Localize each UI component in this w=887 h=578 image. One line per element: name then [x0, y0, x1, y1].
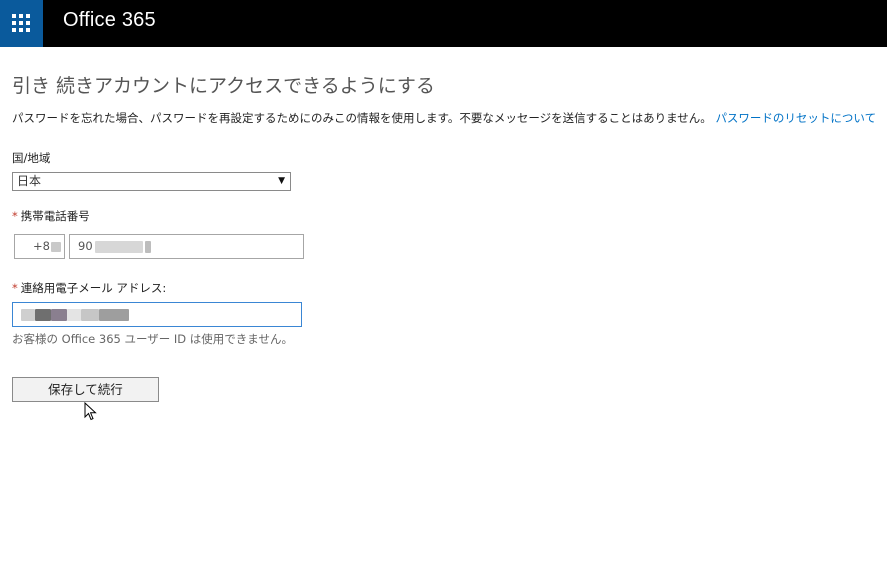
contact-email-label: * 連絡用電子メール アドレス: [12, 280, 166, 296]
contact-email-field[interactable] [12, 302, 302, 327]
password-reset-info-link[interactable]: パスワードのリセットについて [715, 111, 876, 125]
country-selected-value: 日本 [17, 174, 42, 188]
mobile-number-value: 90 [78, 239, 93, 253]
page-heading: 引き 続きアカウントにアクセスできるようにする [12, 75, 435, 97]
dropdown-arrow-icon: ▼ [278, 176, 285, 186]
top-bar: Office 365 [0, 0, 887, 47]
redacted-number-end [144, 240, 151, 253]
waffle-grid-icon [12, 14, 30, 32]
email-hint-text: お客様の Office 365 ユーザー ID は使用できません。 [12, 332, 293, 346]
required-marker: * [12, 281, 18, 295]
country-label: 国/地域 [12, 151, 51, 165]
contact-email-label-text: 連絡用電子メール アドレス: [20, 281, 167, 295]
mobile-phone-label: * 携帯電話番号 [12, 208, 90, 224]
redacted-number [94, 240, 143, 253]
country-code-field[interactable]: +8 [14, 234, 65, 259]
redacted-email-part [21, 308, 35, 321]
country-select[interactable]: 日本 ▼ [12, 172, 291, 191]
redacted-email-part [99, 308, 129, 321]
redacted-email-part [51, 308, 67, 321]
save-and-continue-button[interactable]: 保存して続行 [12, 377, 159, 402]
app-launcher-button[interactable] [0, 0, 43, 47]
redacted-email-part [81, 308, 99, 321]
description-text: パスワードを忘れた場合、パスワードを再設定するためにのみこの情報を使用します。不… [12, 110, 876, 126]
mouse-pointer-icon [84, 402, 97, 421]
redacted-digit [50, 241, 61, 252]
redacted-email-part [35, 308, 51, 321]
description-body: パスワードを忘れた場合、パスワードを再設定するためにのみこの情報を使用します。不… [12, 111, 712, 125]
mobile-number-field[interactable]: 90 [69, 234, 304, 259]
mobile-phone-label-text: 携帯電話番号 [20, 209, 90, 223]
country-code-value: +8 [33, 239, 50, 253]
required-marker: * [12, 209, 18, 223]
redacted-email-part [67, 308, 81, 321]
app-title: Office 365 [63, 9, 156, 31]
